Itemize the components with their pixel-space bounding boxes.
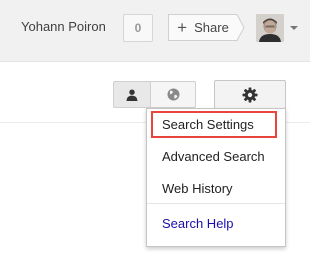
- menu-item-advanced-search[interactable]: Advanced Search: [147, 143, 285, 169]
- menu-item-label: Advanced Search: [162, 148, 265, 164]
- top-bar: Yohann Poiron 0 + Share: [0, 0, 310, 62]
- menu-item-label: Search Help: [162, 215, 234, 231]
- user-avatar[interactable]: [256, 14, 284, 42]
- share-label: Share: [194, 20, 229, 35]
- highlight-box: [151, 111, 277, 138]
- menu-item-web-history[interactable]: Web History: [147, 175, 285, 201]
- plus-icon: +: [177, 18, 188, 37]
- globe-icon: [167, 88, 179, 101]
- settings-menu: Search Settings Advanced Search Web Hist…: [146, 108, 286, 247]
- settings-button[interactable]: [214, 80, 286, 109]
- menu-divider: [147, 203, 285, 204]
- share-button[interactable]: + Share: [167, 13, 245, 42]
- notification-count-button[interactable]: 0: [123, 14, 153, 42]
- world-results-button[interactable]: [150, 81, 196, 108]
- share-content: + Share: [167, 13, 239, 42]
- menu-item-search-help[interactable]: Search Help: [147, 210, 285, 236]
- user-name[interactable]: Yohann Poiron: [21, 19, 106, 34]
- avatar-image: [256, 14, 284, 42]
- notification-count: 0: [134, 21, 142, 35]
- menu-item-label: Web History: [162, 180, 233, 196]
- personal-results-button[interactable]: [113, 81, 151, 108]
- person-icon: [126, 89, 138, 101]
- caret-down-icon[interactable]: [290, 26, 298, 30]
- search-page: Yohann Poiron 0 + Share Search Settings …: [0, 0, 310, 263]
- gear-icon: [242, 87, 258, 103]
